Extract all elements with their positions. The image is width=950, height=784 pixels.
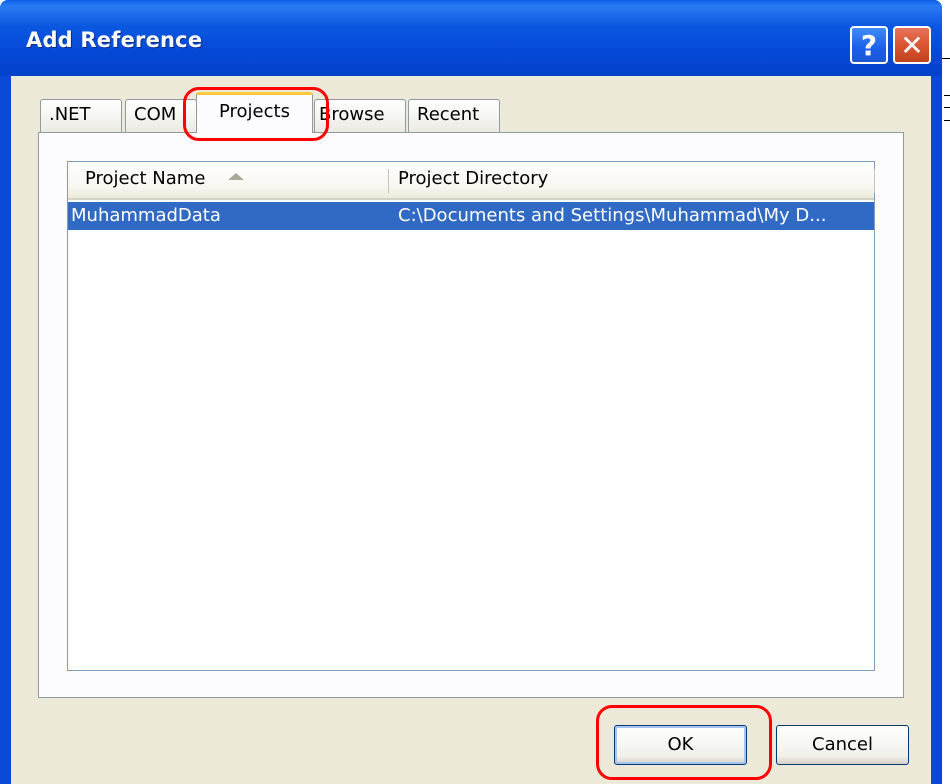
column-header-project-directory[interactable]: Project Directory (389, 162, 879, 198)
background-line (944, 120, 950, 121)
projects-tab-panel: Project Name Project Directory MuhammadD… (38, 132, 904, 698)
cancel-label: Cancel (812, 734, 873, 755)
background-line (941, 58, 950, 59)
tab-dotnet[interactable]: .NET (40, 99, 122, 132)
column-divider[interactable] (874, 169, 875, 193)
ok-label: OK (667, 734, 694, 755)
tab-label: .NET (49, 104, 91, 125)
column-label: Project Name (85, 168, 206, 189)
project-name-cell: MuhammadData (71, 205, 221, 226)
column-header-project-name[interactable]: Project Name (68, 162, 388, 198)
tab-com[interactable]: COM (125, 99, 197, 132)
project-directory-cell: C:\Documents and Settings\Muhammad\My D.… (398, 205, 827, 226)
tab-browse[interactable]: Browse (314, 99, 406, 132)
dialog-body: .NET COM Projects Browse Recent Project … (11, 76, 931, 784)
close-icon: ✕ (900, 28, 924, 62)
tab-recent[interactable]: Recent (408, 99, 500, 132)
question-mark-icon: ? (860, 28, 878, 62)
list-header: Project Name Project Directory (68, 162, 875, 200)
tab-label: Recent (417, 104, 480, 125)
list-item[interactable]: MuhammadData C:\Documents and Settings\M… (68, 202, 874, 230)
title-bar[interactable]: Add Reference ? ✕ (0, 0, 942, 76)
projects-list[interactable]: Project Name Project Directory MuhammadD… (67, 161, 875, 671)
tab-label: Browse (319, 104, 385, 125)
background-line (944, 95, 950, 96)
add-reference-dialog: Add Reference ? ✕ .NET COM Projects Brow… (0, 0, 942, 784)
cancel-button[interactable]: Cancel (776, 725, 909, 765)
dialog-title: Add Reference (26, 28, 203, 52)
close-button[interactable]: ✕ (893, 26, 931, 64)
tab-label: Projects (219, 101, 290, 122)
ok-button[interactable]: OK (614, 725, 747, 765)
column-label: Project Directory (398, 168, 549, 189)
help-button[interactable]: ? (850, 26, 888, 64)
background-line (944, 107, 950, 108)
tab-projects[interactable]: Projects (196, 92, 313, 133)
sort-ascending-icon (228, 173, 245, 180)
tab-label: COM (134, 104, 177, 125)
